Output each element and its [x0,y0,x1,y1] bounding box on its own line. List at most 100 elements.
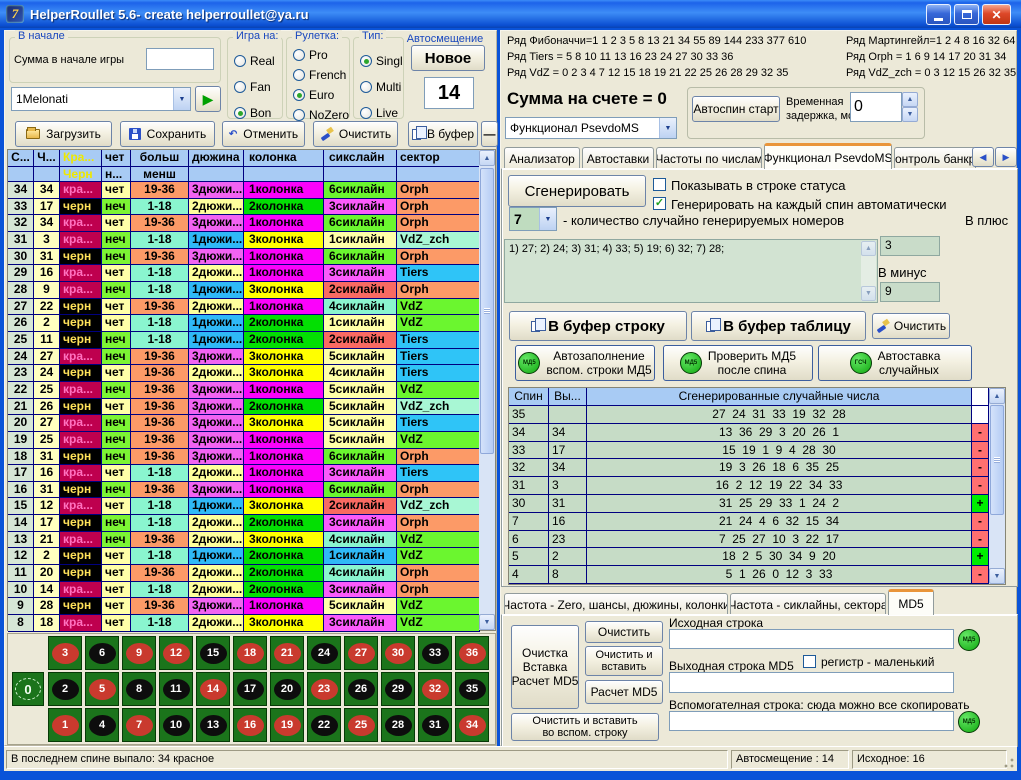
bottom-tab-1[interactable]: Частота - Zero, шансы, дюжины, колонки [504,593,728,615]
scroll-down-icon[interactable]: ▼ [989,568,1005,584]
history-row[interactable]: 1631черннеч19-363дюжи...1колонка6сиклайн… [8,482,480,499]
board-cell-13[interactable]: 13 [196,708,230,742]
collapse-button[interactable]: — [481,121,498,147]
scroll-up-icon[interactable]: ▲ [989,388,1005,404]
history-header-cell[interactable]: сикслайн [324,150,397,167]
autoshift-value[interactable]: 14 [424,77,474,109]
history-header-cell[interactable]: Черн [60,167,102,182]
history-row[interactable]: 1512кра...чет1-181дюжи...3колонка2сиклай… [8,498,480,515]
board-cell-2[interactable]: 2 [48,672,82,706]
out-string-input[interactable] [669,672,954,693]
chevron-down-icon[interactable]: ▼ [539,208,556,230]
board-cell-9[interactable]: 9 [122,636,156,670]
spinner-down-icon[interactable]: ▼ [902,107,918,122]
spinner-up-icon[interactable]: ▲ [902,92,918,107]
radio-bon[interactable]: Bon [234,106,271,120]
md5-clear-paste-button[interactable]: Очистить и вставить [585,646,663,676]
radio-nozero[interactable]: NoZero [293,108,349,122]
md5-icon[interactable]: МД5 [958,629,980,651]
sequence-textarea[interactable]: 1) 27; 2) 24; 3) 31; 4) 33; 5) 19; 6) 32… [504,239,878,303]
radio-live[interactable]: Live [360,106,398,120]
history-header-cell[interactable] [34,167,60,182]
history-row[interactable]: 3234кра...чет19-363дюжи...1колонка6сикла… [8,215,480,232]
history-header-cell[interactable]: чет [102,150,131,167]
history-header-cell[interactable]: менш [131,167,189,182]
spin-scrollbar-thumb[interactable] [990,405,1004,515]
copy-table-button[interactable]: В буфер таблицу [691,311,866,341]
scroll-up-icon[interactable]: ▲ [479,150,495,166]
md5-action-button-3[interactable]: ГСЧАвтоставкаслучайных [818,345,972,381]
tab-1[interactable]: Анализатор [504,147,580,169]
radio-pro[interactable]: Pro [293,48,328,62]
board-cell-zero[interactable]: 0 [12,672,44,706]
history-header-cell[interactable] [244,167,324,182]
spin-scrollbar[interactable]: ▲ ▼ [989,388,1005,584]
board-cell-35[interactable]: 35 [455,672,489,706]
delay-spinner[interactable]: ▲ ▼ [902,92,918,122]
spin-row[interactable]: 485 1 26 0 12 3 33- [509,566,989,584]
autospin-start-button[interactable]: Автоспин старт [692,96,780,122]
board-cell-29[interactable]: 29 [381,672,415,706]
spin-row[interactable]: 31316 2 12 19 22 34 33- [509,477,989,495]
close-button[interactable]: ✕ [982,4,1011,25]
board-cell-11[interactable]: 11 [159,672,193,706]
board-cell-32[interactable]: 32 [418,672,452,706]
md5-action-button-2[interactable]: МД5Проверить МД5после спина [663,345,813,381]
board-cell-7[interactable]: 7 [122,708,156,742]
spin-row[interactable]: 6237 25 27 10 3 22 17- [509,531,989,549]
board-cell-17[interactable]: 17 [233,672,267,706]
board-cell-26[interactable]: 26 [344,672,378,706]
tab-3[interactable]: Частоты по числам [656,147,762,169]
spin-row[interactable]: 343413 36 29 3 20 26 1- [509,424,989,442]
history-header-cell[interactable]: больш [131,150,189,167]
history-row[interactable]: 2916кра...чет1-182дюжи...1колонка3сиклай… [8,265,480,282]
history-header-cell[interactable]: колонка [244,150,324,167]
board-cell-1[interactable]: 1 [48,708,82,742]
board-cell-15[interactable]: 15 [196,636,230,670]
board-cell-16[interactable]: 16 [233,708,267,742]
spin-header-cell[interactable]: Спин [509,388,549,406]
history-row[interactable]: 2722чернчет19-362дюжи...1колонка4сиклайн… [8,299,480,316]
board-cell-34[interactable]: 34 [455,708,489,742]
history-row[interactable]: 289кра...неч1-181дюжи...3колонка2сиклайн… [8,282,480,299]
mode-combo[interactable]: Функционал PsevdoMS ▼ [505,117,677,139]
clear-button[interactable]: Очистить [313,121,398,147]
spin-row[interactable]: 3527 24 31 33 19 32 28 [509,406,989,424]
history-header-cell[interactable]: Кра... [60,150,102,167]
copy-row-button[interactable]: В буфер строку [509,311,687,341]
resize-grip[interactable] [1003,757,1015,769]
radio-fan[interactable]: Fan [234,80,271,94]
sequence-scrollbar[interactable]: ▲ ▼ [861,241,876,301]
register-checkbox[interactable]: регистр - маленький [803,655,934,669]
history-header-cell[interactable]: сектор [397,150,480,167]
board-cell-20[interactable]: 20 [270,672,304,706]
tab-5[interactable]: Контроль банкро [894,147,976,169]
load-button[interactable]: Загрузить [15,121,112,147]
preset-combo[interactable]: 1Melonati ▼ [11,87,191,111]
copy-buffer-button[interactable]: В буфер [408,121,478,147]
board-cell-31[interactable]: 31 [418,708,452,742]
board-cell-14[interactable]: 14 [196,672,230,706]
board-cell-36[interactable]: 36 [455,636,489,670]
generate-button[interactable]: Сгенерировать [508,175,646,207]
board-cell-12[interactable]: 12 [159,636,193,670]
source-string-input[interactable] [669,629,954,649]
board-cell-27[interactable]: 27 [344,636,378,670]
board-cell-6[interactable]: 6 [85,636,119,670]
history-row[interactable]: 818кра...чет1-182дюжи...3колонка3сиклайн… [8,615,480,632]
history-row[interactable]: 2427кра...неч19-363дюжи...3колонка5сикла… [8,349,480,366]
history-row[interactable]: 122чернчет1-181дюжи...2колонка1сиклайнVd… [8,548,480,565]
spin-row[interactable]: 303131 25 29 33 1 24 2+ [509,495,989,513]
history-row[interactable]: 2324чернчет19-362дюжи...3колонка4сиклайн… [8,365,480,382]
md5-calc-button[interactable]: Расчет MD5 [585,680,663,704]
delay-input[interactable]: 0 [850,92,902,122]
history-row[interactable]: 2225кра...неч19-363дюжи...1колонка5сикла… [8,382,480,399]
tabs-scroll-left-button[interactable]: ◀ [972,147,994,167]
minimize-button[interactable] [926,4,951,25]
history-row[interactable]: 1417черннеч1-182дюжи...2колонка3сиклайнO… [8,515,480,532]
start-sum-input[interactable] [146,48,214,70]
auto-generate-checkbox[interactable]: ✓ Генерировать на каждый спин автоматиче… [653,197,947,212]
spin-row[interactable]: 5218 2 5 30 34 9 20+ [509,548,989,566]
spin-row[interactable]: 331715 19 1 9 4 28 30- [509,442,989,460]
bottom-tab-2[interactable]: Частота - сиклайны, сектора [730,593,886,615]
